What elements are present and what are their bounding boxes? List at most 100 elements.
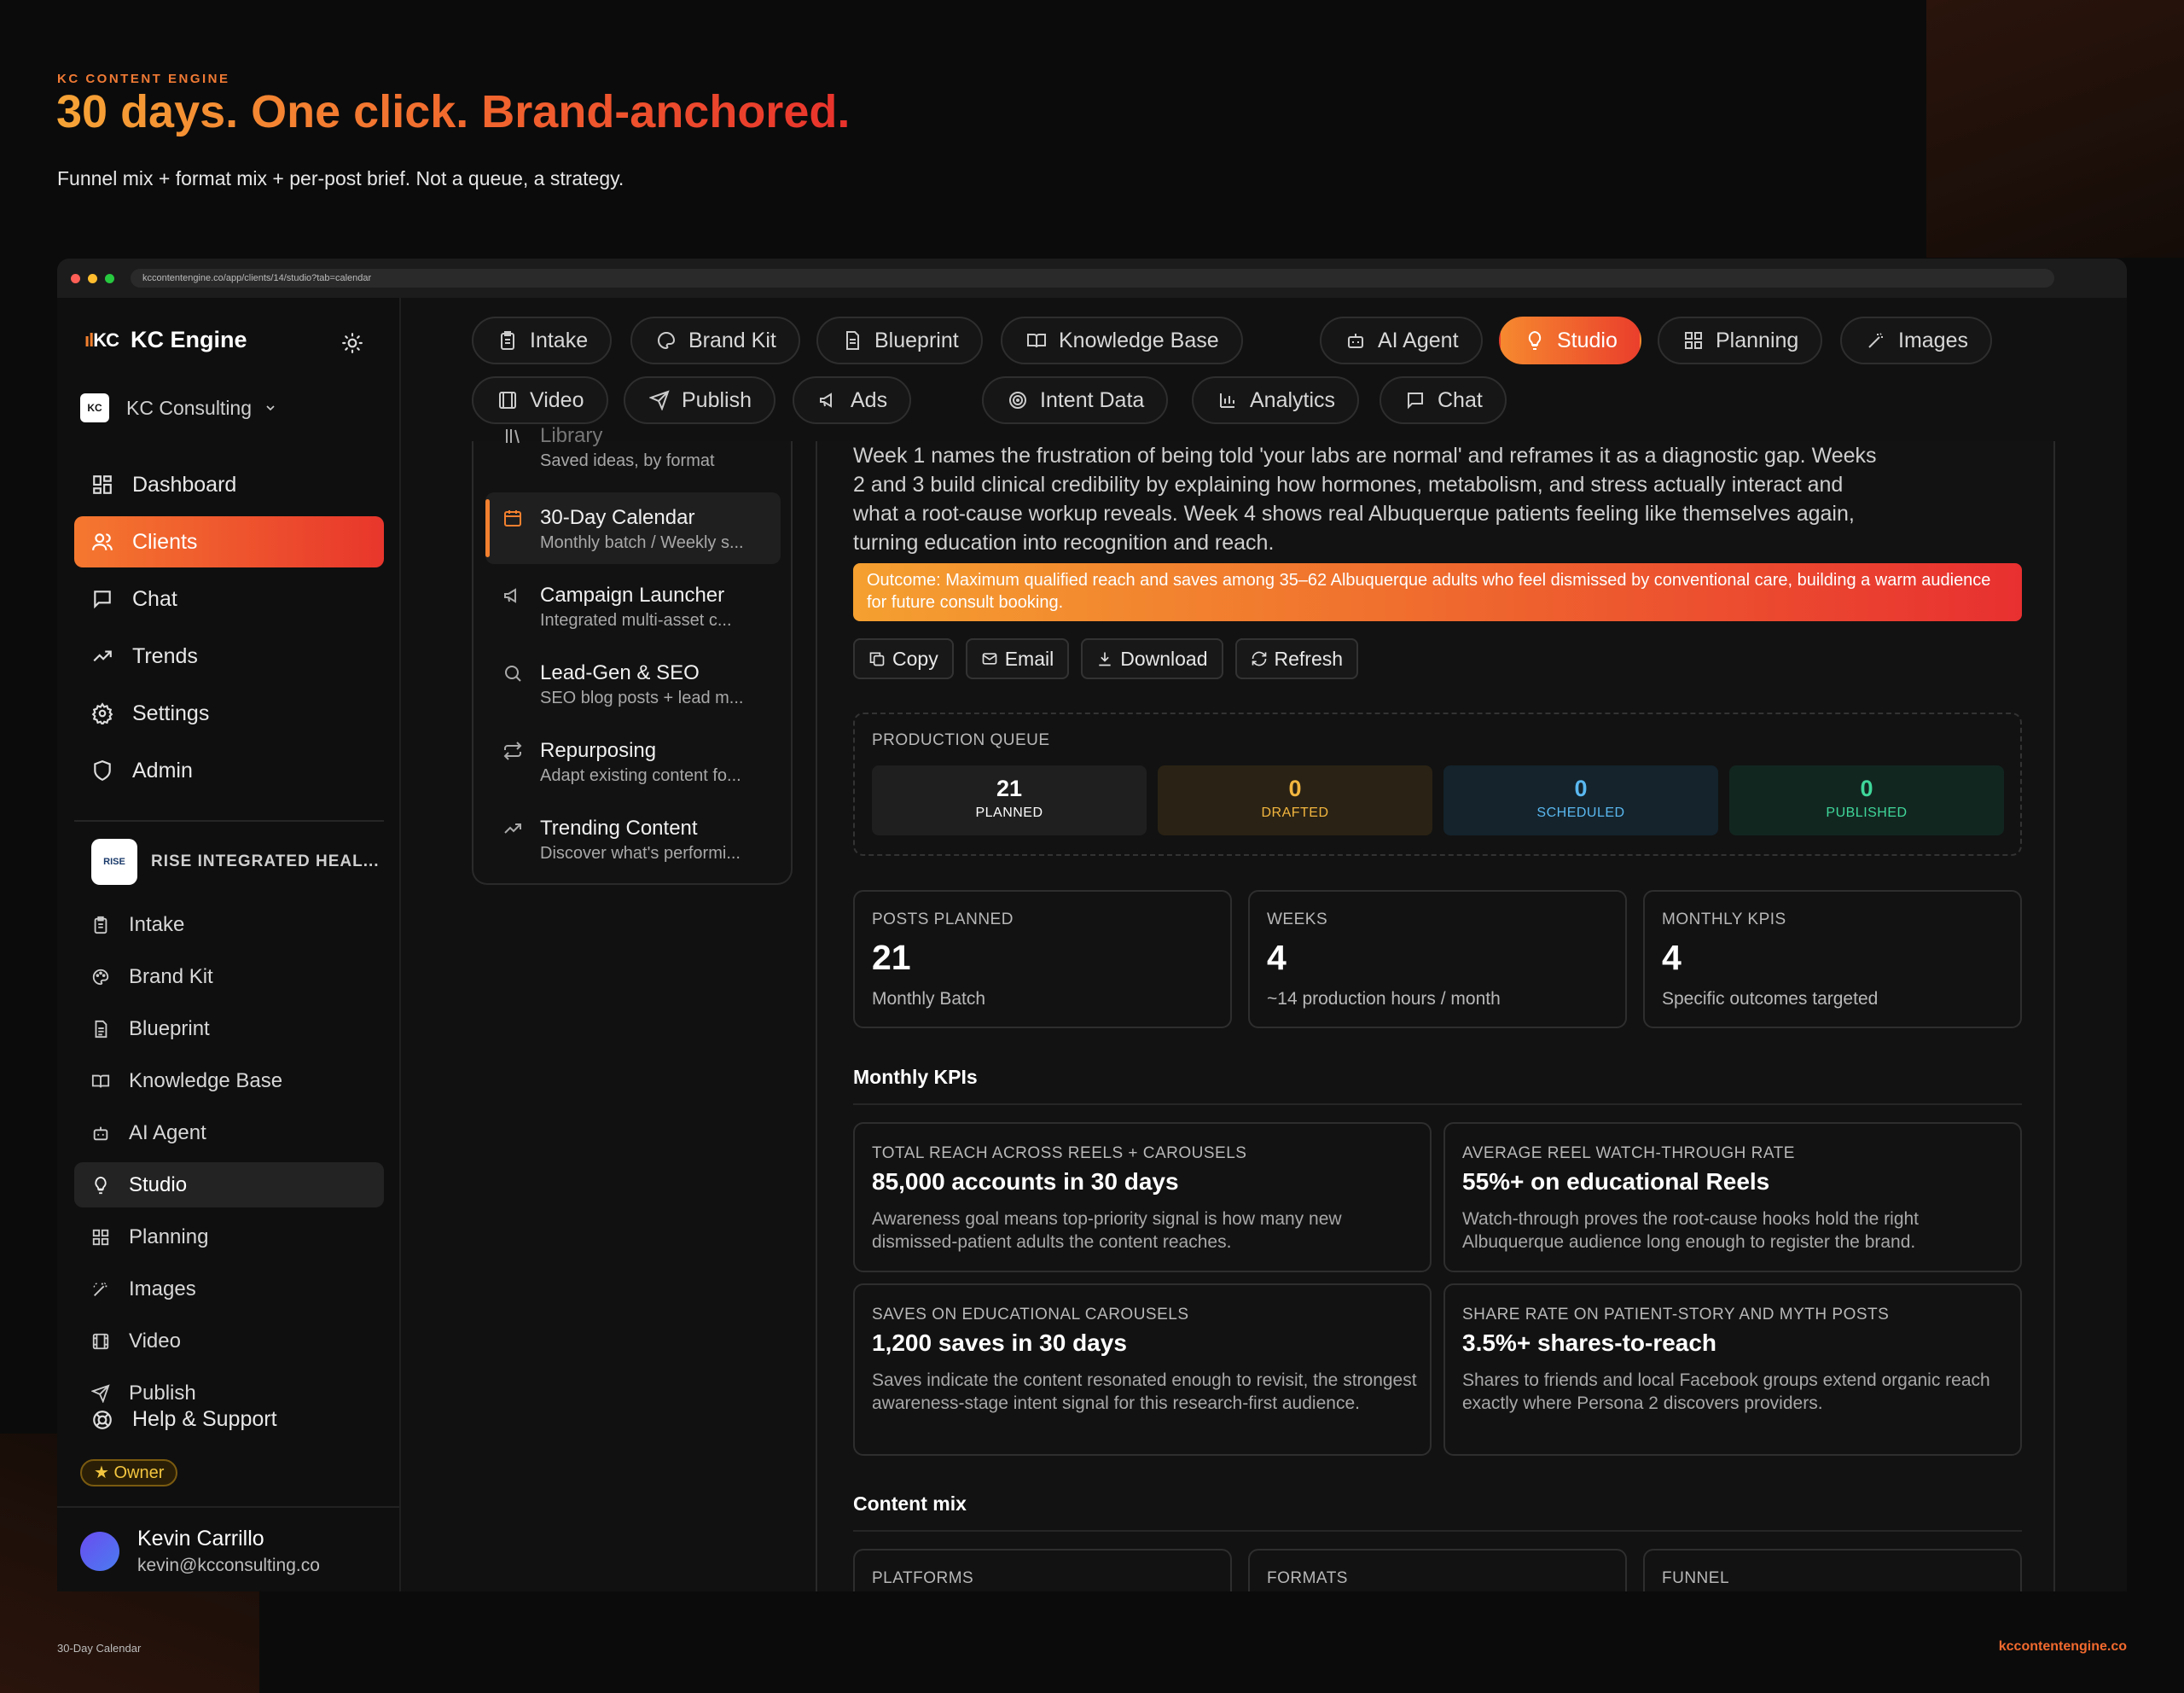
close-dot[interactable]	[71, 273, 80, 283]
tab-label: Blueprint	[874, 328, 959, 352]
client-nav-brand-kit[interactable]: Brand Kit	[74, 954, 384, 999]
nav-settings[interactable]: Settings	[74, 688, 384, 739]
client-nav-intake[interactable]: Intake	[74, 902, 384, 947]
rise-logo: RISE	[91, 839, 137, 885]
divider	[853, 1103, 2022, 1105]
sun-icon[interactable]	[341, 332, 363, 354]
client-nav-knowledge-base[interactable]: Knowledge Base	[74, 1058, 384, 1103]
user-profile[interactable]: Kevin Carrillo kevin@kcconsulting.co	[57, 1506, 399, 1591]
tab-studio[interactable]: Studio	[1499, 317, 1641, 364]
user-name: Kevin Carrillo	[137, 1527, 264, 1550]
tab-images[interactable]: Images	[1840, 317, 1992, 364]
tab-label: Planning	[1716, 328, 1799, 352]
kpi-label: SHARE RATE ON PATIENT-STORY AND MYTH POS…	[1462, 1306, 1890, 1324]
nav-chat[interactable]: Chat	[74, 573, 384, 625]
bulb-icon	[95, 1176, 107, 1194]
tool-lead-gen-seo[interactable]: Lead-Gen & SEO SEO blog posts + lead m..…	[485, 648, 781, 719]
stat-note: Monthly Batch	[872, 989, 986, 1009]
tab-knowledge-base[interactable]: Knowledge Base	[1001, 317, 1243, 364]
tool-desc: Integrated multi-asset c...	[540, 611, 732, 630]
active-client-name: RISE INTEGRATED HEAL...	[151, 852, 380, 870]
send-icon	[649, 390, 670, 410]
url-bar[interactable]: kccontentengine.co/app/clients/14/studio…	[131, 269, 2054, 288]
divider	[853, 1530, 2022, 1532]
tab-label: Video	[530, 387, 584, 412]
tab-intent-data[interactable]: Intent Data	[982, 376, 1169, 424]
client-nav-blueprint[interactable]: Blueprint	[74, 1006, 384, 1051]
kpi-value: 85,000 accounts in 30 days	[872, 1168, 1179, 1195]
button-label: Copy	[892, 647, 938, 670]
wand-icon	[93, 1282, 107, 1296]
nav-admin[interactable]: Admin	[74, 745, 384, 796]
help-support[interactable]: Help & Support	[91, 1407, 277, 1432]
tool-trending-content[interactable]: Trending Content Discover what's perform…	[485, 803, 781, 875]
app-name: KC Engine	[131, 327, 247, 352]
robot-icon	[93, 1126, 108, 1140]
kpi-card: AVERAGE REEL WATCH-THROUGH RATE 55%+ on …	[1443, 1122, 2022, 1272]
search-icon	[505, 666, 521, 682]
divider	[74, 820, 384, 822]
minimize-dot[interactable]	[88, 273, 97, 283]
production-queue: PRODUCTION QUEUE 21 PLANNED 0 DRAFTED 0 …	[853, 713, 2022, 856]
client-switcher[interactable]: KC KC Consulting	[80, 393, 277, 422]
client-nav-studio[interactable]: Studio	[74, 1162, 384, 1207]
tab-analytics[interactable]: Analytics	[1192, 376, 1360, 424]
tool-30-day-calendar[interactable]: 30-Day Calendar Monthly batch / Weekly s…	[485, 492, 781, 564]
tab-label: Knowledge Base	[1059, 328, 1219, 352]
tool-library[interactable]: Library Saved ideas, by format	[485, 410, 781, 482]
mix-label: FORMATS	[1267, 1569, 1348, 1587]
kpi-card: TOTAL REACH ACROSS REELS + CAROUSELS 85,…	[853, 1122, 1432, 1272]
tool-repurposing[interactable]: Repurposing Adapt existing content fo...	[485, 725, 781, 797]
user-email: kevin@kcconsulting.co	[137, 1556, 320, 1575]
queue-published: 0 PUBLISHED	[1729, 765, 2004, 835]
repeat-icon	[503, 742, 522, 760]
mix-platforms: PLATFORMS	[853, 1549, 1232, 1591]
brand[interactable]: ılKC KC Engine	[84, 327, 247, 353]
chevron-down-icon	[266, 405, 275, 411]
nav-clients[interactable]: Clients	[74, 516, 384, 567]
bulb-icon	[1528, 330, 1542, 350]
queue-planned: 21 PLANNED	[872, 765, 1147, 835]
client-name: KC Consulting	[126, 396, 253, 419]
copy-button[interactable]: Copy	[853, 638, 954, 679]
tab-ai-agent[interactable]: AI Agent	[1320, 317, 1483, 364]
megaphone-icon	[504, 588, 516, 603]
nav-trends[interactable]: Trends	[74, 631, 384, 682]
client-nav-video[interactable]: Video	[74, 1318, 384, 1364]
tab-brand-kit[interactable]: Brand Kit	[630, 317, 800, 364]
refresh-button[interactable]: Refresh	[1234, 638, 1359, 679]
queue-count: 21	[996, 776, 1023, 801]
client-nav-ai-agent[interactable]: AI Agent	[74, 1110, 384, 1155]
clipboard-icon	[94, 916, 107, 934]
tool-campaign-launcher[interactable]: Campaign Launcher Integrated multi-asset…	[485, 570, 781, 642]
tool-desc: SEO blog posts + lead m...	[540, 689, 744, 707]
tab-chat[interactable]: Chat	[1380, 376, 1507, 424]
button-label: Refresh	[1274, 647, 1344, 670]
stat-monthly-kpis: MONTHLY KPIS 4 Specific outcomes targete…	[1643, 890, 2022, 1028]
client-nav-label: Planning	[129, 1225, 209, 1248]
client-nav-images[interactable]: Images	[74, 1266, 384, 1312]
tab-intake[interactable]: Intake	[472, 317, 613, 364]
nav-label: Settings	[132, 701, 210, 725]
tool-title: Campaign Launcher	[540, 584, 725, 607]
client-nav-planning[interactable]: Planning	[74, 1214, 384, 1260]
tab-blueprint[interactable]: Blueprint	[816, 317, 983, 364]
footer-domain[interactable]: kccontentengine.co	[1999, 1639, 2127, 1655]
nav-dashboard[interactable]: Dashboard	[74, 459, 384, 510]
book-icon	[1027, 334, 1046, 348]
tab-label: Intake	[530, 328, 589, 352]
browser-chrome: kccontentengine.co/app/clients/14/studio…	[57, 259, 2127, 298]
client-nav-label: Studio	[129, 1172, 188, 1196]
gear-icon	[91, 702, 113, 724]
kpi-desc: Shares to friends and local Facebook gro…	[1462, 1370, 1990, 1413]
email-button[interactable]: Email	[965, 638, 1070, 679]
download-button[interactable]: Download	[1081, 638, 1223, 679]
queue-scheduled: 0 SCHEDULED	[1443, 765, 1718, 835]
section-title: Content mix	[853, 1492, 967, 1515]
maximize-dot[interactable]	[105, 273, 114, 283]
target-icon	[1009, 392, 1026, 409]
tab-label: Studio	[1557, 328, 1618, 352]
active-client[interactable]: RISE RISE INTEGRATED HEAL...	[91, 839, 380, 885]
tab-ads[interactable]: Ads	[793, 376, 912, 424]
tab-planning[interactable]: Planning	[1658, 317, 1823, 364]
